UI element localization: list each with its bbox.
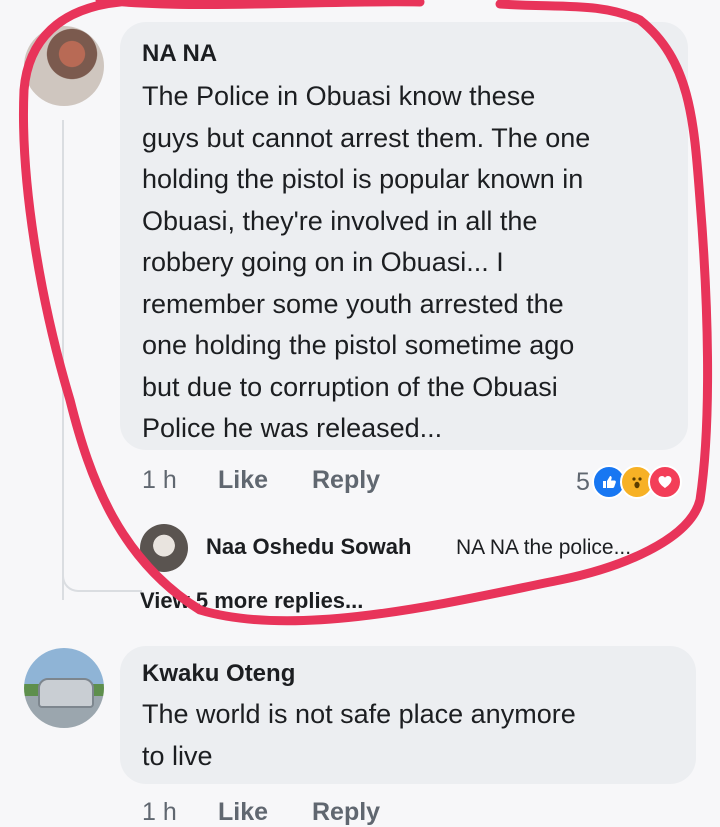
comment-text: The world is not safe place anymore to l… [142,699,576,771]
thread-line [62,120,64,600]
reply-connector [62,540,142,592]
view-more-replies-link[interactable]: View 5 more replies... [140,588,363,614]
love-icon [647,465,682,499]
reply-snippet[interactable]: NA NA the police... [456,536,631,560]
comment-time[interactable]: 1 h [142,466,177,495]
avatar[interactable] [24,648,104,728]
like-button[interactable]: Like [218,798,268,827]
reaction-summary[interactable]: 5 [576,462,682,502]
reply-button[interactable]: Reply [312,798,380,827]
comment-text: The Police in Obuasi know these guys but… [142,81,591,443]
reply-button[interactable]: Reply [312,466,380,495]
car-picture [38,678,94,708]
reaction-count: 5 [576,467,590,496]
comment-author[interactable]: NA NA [142,40,217,68]
like-button[interactable]: Like [218,466,268,495]
avatar[interactable] [24,26,104,106]
comment-author[interactable]: Kwaku Oteng [142,660,295,688]
reply-avatar[interactable] [140,524,188,572]
comment-time[interactable]: 1 h [142,798,177,827]
reply-author[interactable]: Naa Oshedu Sowah [206,534,411,560]
